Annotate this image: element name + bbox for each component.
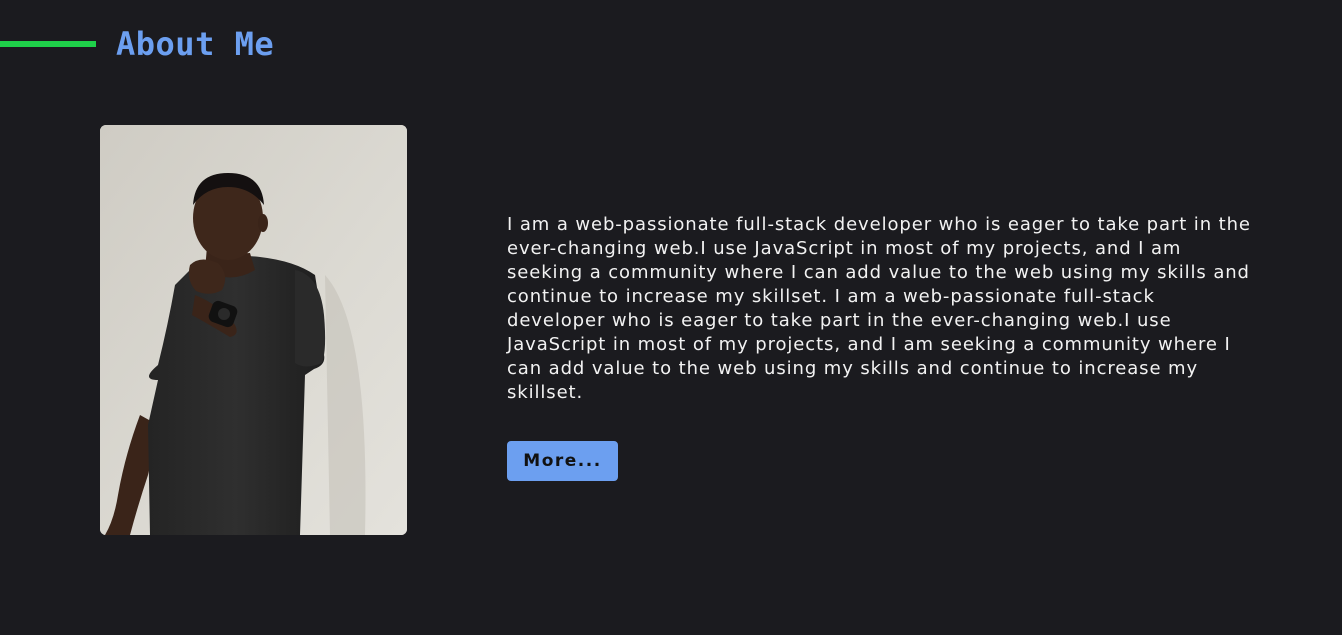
- section-header: About Me: [0, 18, 274, 70]
- title-accent-line: [0, 41, 96, 47]
- section-title: About Me: [116, 25, 275, 63]
- profile-photo: [100, 125, 407, 535]
- about-bio-text: I am a web-passionate full-stack develop…: [507, 214, 1251, 403]
- more-button[interactable]: More...: [507, 441, 618, 481]
